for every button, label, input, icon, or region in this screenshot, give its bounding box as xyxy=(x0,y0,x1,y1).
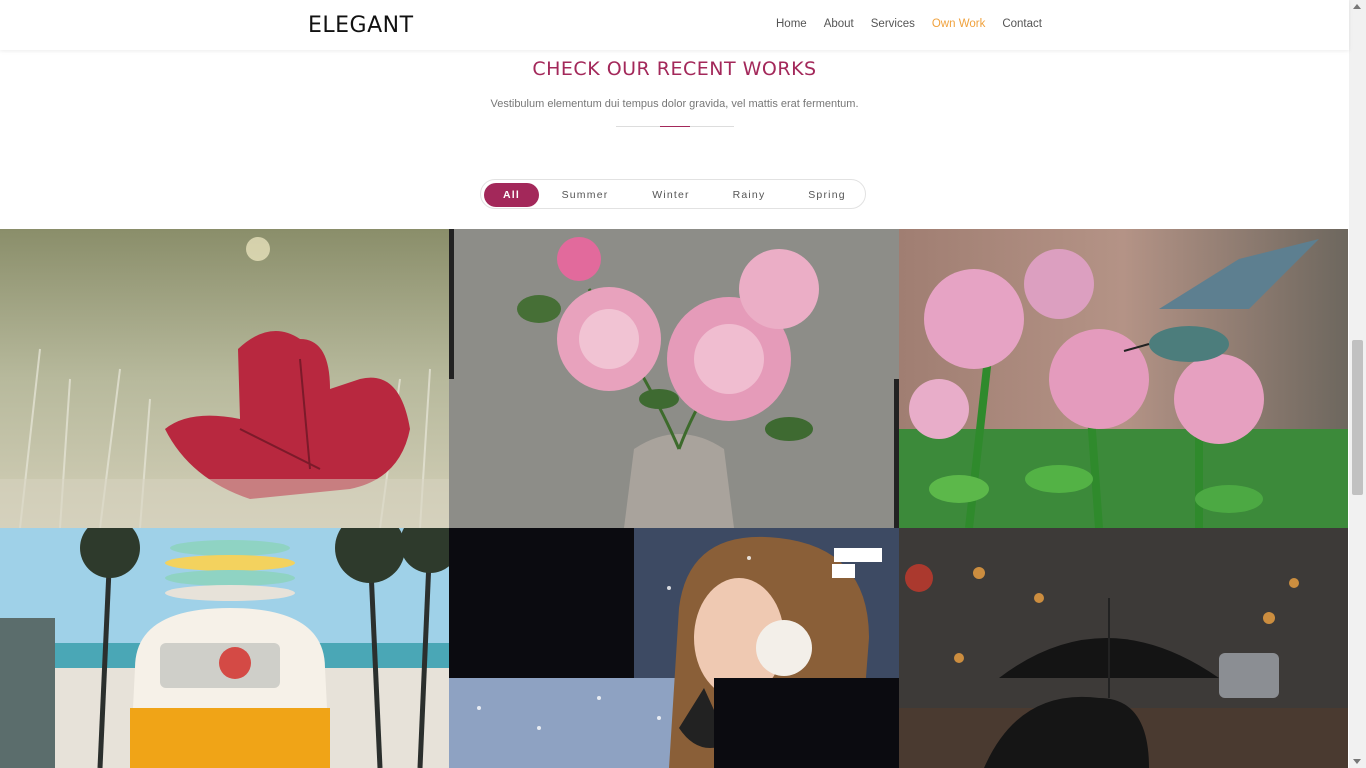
frost-leaf-image xyxy=(0,229,449,528)
filter-all[interactable]: All xyxy=(484,183,539,207)
gallery-item-hummingbird[interactable] xyxy=(899,229,1348,528)
nav-about[interactable]: About xyxy=(824,18,854,30)
main-nav: Home About Services Own Work Contact xyxy=(776,18,1042,30)
nav-services[interactable]: Services xyxy=(871,18,915,30)
gallery-item-frost-leaf[interactable] xyxy=(0,229,449,528)
peony-vase-image xyxy=(449,229,899,528)
section-subtitle: Vestibulum elementum dui tempus dolor gr… xyxy=(490,98,859,110)
gallery-item-winter-girl[interactable] xyxy=(449,528,899,768)
filter-rainy[interactable]: Rainy xyxy=(721,183,777,207)
nav-contact[interactable]: Contact xyxy=(1002,18,1042,30)
filter-winter[interactable]: Winter xyxy=(641,183,701,207)
rainy-umbrella-image xyxy=(899,528,1348,768)
nav-home[interactable]: Home xyxy=(776,18,807,30)
site-logo[interactable]: ELEGANT xyxy=(308,13,414,38)
gallery-item-peony-vase[interactable] xyxy=(449,229,899,528)
yellow-van-image xyxy=(0,528,449,768)
filter-summer[interactable]: Summer xyxy=(551,183,619,207)
title-divider xyxy=(616,126,734,127)
scroll-up-icon[interactable] xyxy=(1353,4,1361,9)
section-title: CHECK OUR RECENT WORKS xyxy=(532,58,817,80)
scrollbar-thumb[interactable] xyxy=(1352,340,1363,495)
gallery-item-yellow-van[interactable] xyxy=(0,528,449,768)
filter-spring[interactable]: Spring xyxy=(797,183,857,207)
gallery-item-rainy-umbrella[interactable] xyxy=(899,528,1348,768)
nav-own-work[interactable]: Own Work xyxy=(932,18,985,30)
winter-girl-image xyxy=(449,528,899,768)
scroll-down-icon[interactable] xyxy=(1353,759,1361,764)
hummingbird-image xyxy=(899,229,1348,528)
page-scrollbar[interactable] xyxy=(1349,0,1366,768)
portfolio-filter-bar: All Summer Winter Rainy Spring xyxy=(480,179,866,209)
top-navbar: ELEGANT Home About Services Own Work Con… xyxy=(0,0,1349,50)
